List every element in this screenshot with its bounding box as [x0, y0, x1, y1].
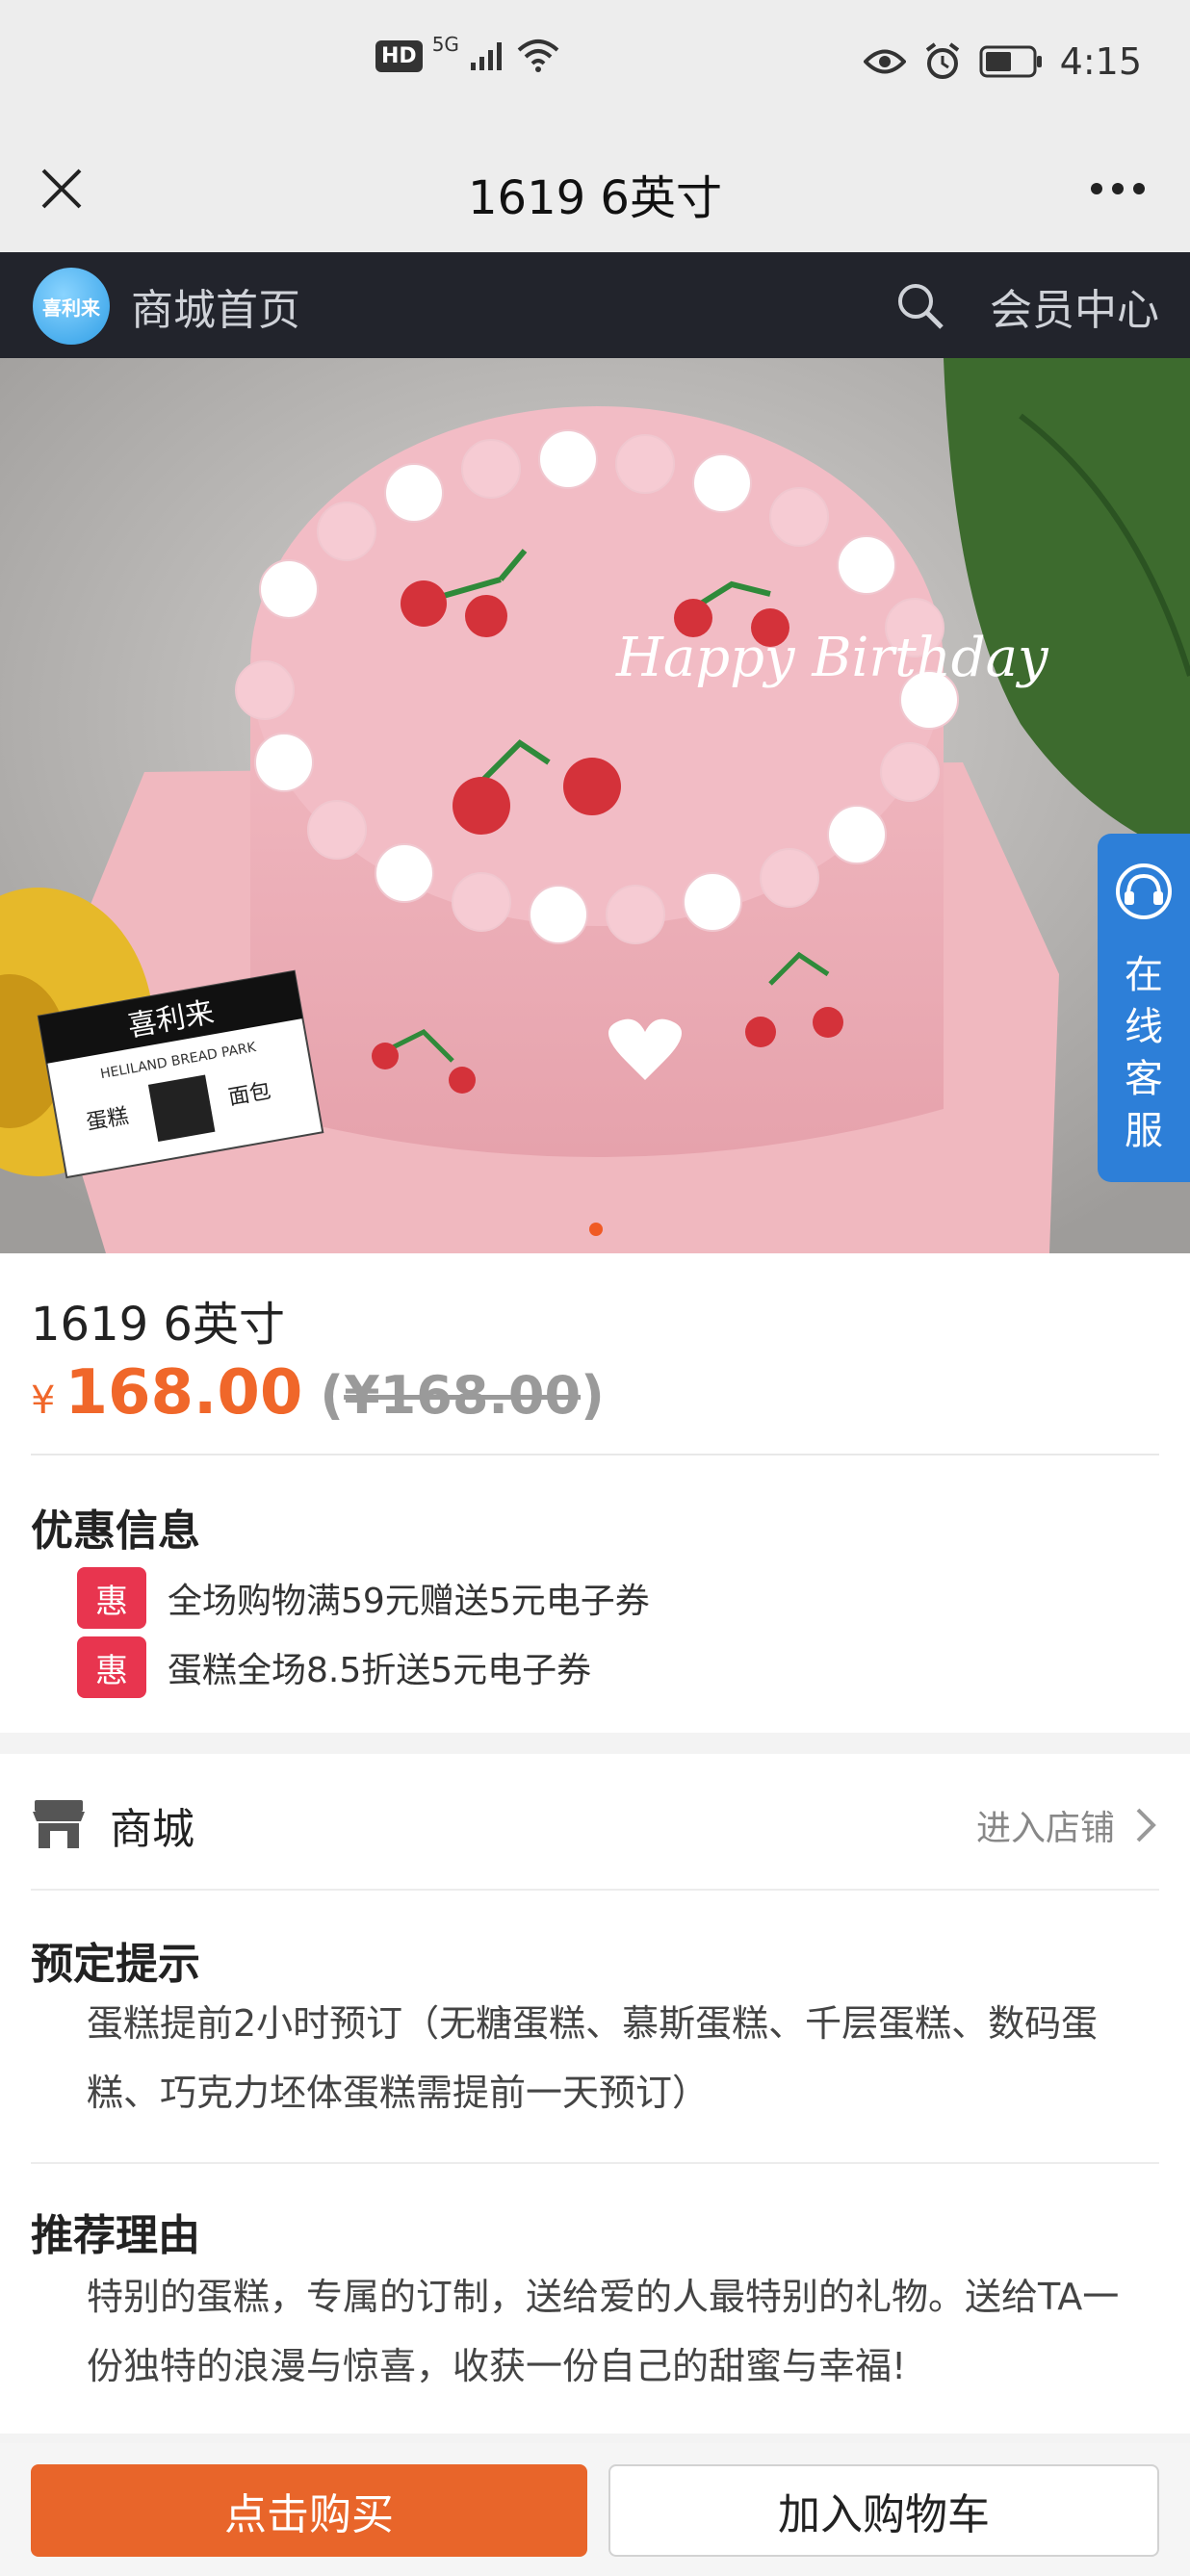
booking-tip-body: 蛋糕提前2小时预订（无糖蛋糕、慕斯蛋糕、千层蛋糕、数码蛋糕、巧克力坯体蛋糕需提前…	[87, 2002, 1099, 2114]
store-row[interactable]: 商城 进入店铺	[0, 1756, 1190, 1891]
currency-symbol: ¥	[31, 1378, 56, 1423]
add-to-cart-button[interactable]: 加入购物车	[608, 2464, 1159, 2557]
cake-photo: Happy Birthday 喜利来 HELILAND BREAD PARK 蛋…	[0, 358, 1190, 1253]
recommend-title: 推荐理由	[31, 2211, 200, 2260]
more-icon	[1091, 183, 1145, 194]
eye-icon	[863, 49, 906, 74]
promotions-title: 优惠信息	[31, 1507, 200, 1556]
carousel-dot[interactable]	[589, 1223, 603, 1236]
promo-item: 惠 全场购物满59元赠送5元电子券	[77, 1567, 650, 1629]
product-image-carousel[interactable]: Happy Birthday 喜利来 HELILAND BREAD PARK 蛋…	[0, 358, 1190, 1253]
online-service-button[interactable]: 在线客服	[1098, 834, 1190, 1182]
status-bar: HD 5G 4:15	[0, 0, 1190, 135]
alarm-icon	[925, 42, 959, 79]
bottom-action-bar: 点击购买 加入购物车	[0, 2443, 1190, 2576]
store-icon	[33, 1800, 85, 1848]
signal-icon	[470, 42, 502, 70]
divider	[31, 2162, 1159, 2164]
booking-tip-title: 预定提示	[31, 1940, 200, 1989]
clock: 4:15	[1059, 40, 1142, 83]
title-bar: 1619 6英寸	[0, 135, 1190, 252]
member-center-link[interactable]: 会员中心	[990, 275, 1159, 337]
battery-icon	[979, 45, 1042, 78]
shop-logo[interactable]: 喜利来	[33, 268, 110, 345]
divider	[0, 2434, 1190, 2443]
section-gap	[0, 1733, 1190, 1754]
product-name: 1619 6英寸	[31, 1298, 285, 1352]
product-page: HD 5G 4:15 1619 6英寸 喜利来 商城首页 会员中心 Happy …	[0, 0, 1190, 2576]
promo-text: 蛋糕全场8.5折送5元电子券	[168, 1651, 592, 1690]
chevron-right-icon	[1136, 1808, 1156, 1842]
network-indicators: HD 5G	[375, 33, 559, 73]
network-type: 5G	[431, 33, 459, 56]
promo-tag: 惠	[77, 1636, 146, 1698]
enter-store-link[interactable]: 进入店铺	[976, 1800, 1115, 1850]
promo-tag: 惠	[77, 1567, 146, 1629]
wifi-icon	[517, 39, 559, 72]
buy-now-button[interactable]: 点击购买	[31, 2464, 587, 2557]
current-price: 168.00	[65, 1357, 303, 1429]
page-title: 1619 6英寸	[468, 171, 722, 225]
cake-writing: Happy Birthday	[615, 627, 1049, 689]
recommend-body: 特别的蛋糕，专属的订制，送给爱的人最特别的礼物。送给TA一份独特的浪漫与惊喜，收…	[87, 2276, 1120, 2387]
paren-close: )	[581, 1365, 605, 1426]
paren-open: (	[320, 1365, 345, 1426]
shop-nav: 喜利来 商城首页 会员中心	[0, 252, 1190, 358]
promo-item: 惠 蛋糕全场8.5折送5元电子券	[77, 1636, 591, 1698]
search-icon[interactable]	[893, 279, 947, 333]
online-service-label: 在线客服	[1125, 953, 1163, 1153]
promo-text: 全场购物满59元赠送5元电子券	[168, 1582, 650, 1621]
original-price: ¥168.00	[344, 1365, 582, 1426]
hd-badge: HD	[375, 39, 423, 72]
headset-icon	[1116, 863, 1172, 919]
original-price-group: (¥168.00)	[320, 1365, 604, 1426]
price-row: ¥ 168.00 (¥168.00)	[31, 1357, 605, 1429]
divider	[31, 1454, 1159, 1455]
more-button[interactable]	[1084, 167, 1151, 210]
divider	[31, 1889, 1159, 1891]
shop-home-link[interactable]: 商城首页	[131, 275, 300, 337]
store-name: 商城	[110, 1805, 194, 1854]
status-right: 4:15	[863, 40, 1142, 83]
